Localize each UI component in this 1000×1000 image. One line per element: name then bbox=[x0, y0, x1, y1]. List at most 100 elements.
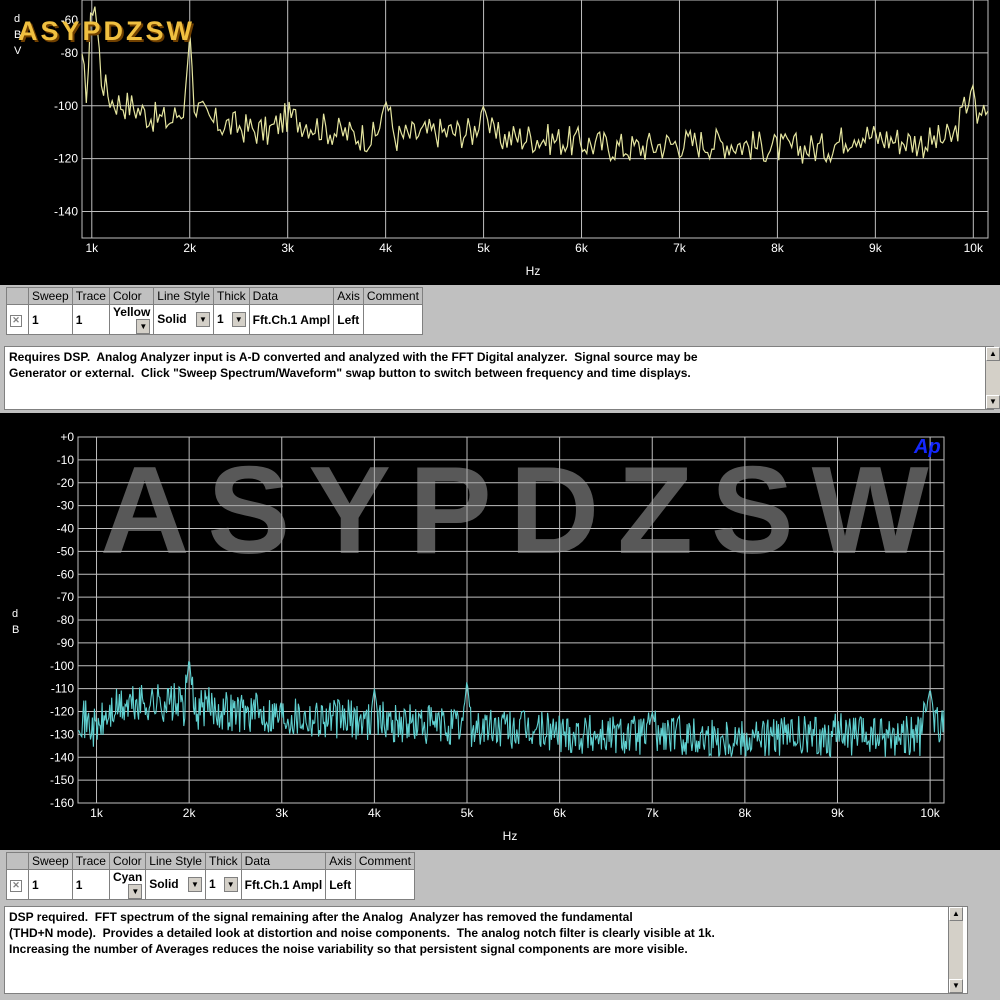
chevron-down-icon[interactable]: ▼ bbox=[223, 877, 238, 892]
chevron-down-icon[interactable]: ▼ bbox=[187, 877, 202, 892]
top-legend-header-axis: Axis bbox=[333, 287, 364, 305]
bottom-y-tick-label: -110 bbox=[51, 682, 74, 696]
top-y-tick-label: -80 bbox=[61, 46, 79, 60]
bottom-legend-header-trace: Trace bbox=[71, 852, 110, 870]
bottom-y-tick-label: -130 bbox=[50, 727, 74, 741]
bottom-legend-thick-select[interactable]: 1 ▼ bbox=[204, 869, 242, 900]
top-legend-line-style: Solid bbox=[157, 312, 187, 326]
bottom-y-tick-label: -70 bbox=[57, 590, 75, 604]
top-x-tick-label: 2k bbox=[183, 241, 197, 255]
top-description[interactable]: Requires DSP. Analog Analyzer input is A… bbox=[4, 346, 994, 410]
bottom-y-tick-label: -90 bbox=[57, 636, 75, 650]
bottom-x-label: Hz bbox=[503, 829, 518, 843]
bottom-trace bbox=[77, 661, 945, 758]
top-legend-header-thick: Thick bbox=[213, 287, 250, 305]
top-legend-header-sweep: Sweep bbox=[28, 287, 73, 305]
top-y-tick-label: -100 bbox=[54, 99, 78, 113]
top-legend-row[interactable]: ✕ 1 1 Yellow ▼ Solid ▼ 1 ▼ Fft.Ch.1 Ampl Le… bbox=[6, 304, 423, 335]
top-legend-thick: 1 bbox=[217, 312, 224, 326]
bottom-legend-header-line-style: Line Style bbox=[145, 852, 206, 870]
bottom-x-tick-label: 6k bbox=[553, 806, 567, 820]
bottom-legend-header-thick: Thick bbox=[204, 852, 242, 870]
top-x-tick-label: 10k bbox=[964, 241, 984, 255]
bottom-y-tick-label: -40 bbox=[57, 522, 75, 536]
bottom-legend-sweep[interactable]: 1 bbox=[28, 869, 73, 900]
top-x-tick-label: 4k bbox=[379, 241, 393, 255]
bottom-description-scrollbar[interactable]: ▲ ▼ bbox=[948, 907, 963, 993]
bottom-y-tick-label: -150 bbox=[50, 773, 74, 787]
bottom-legend-header-blank bbox=[6, 852, 29, 870]
top-legend-header-row: Sweep Trace Color Line Style Thick Data … bbox=[6, 287, 423, 305]
bottom-y-tick-label: -80 bbox=[57, 613, 75, 627]
bottom-description[interactable]: DSP required. FFT spectrum of the signal… bbox=[4, 906, 968, 994]
top-legend-color: Yellow bbox=[112, 305, 151, 320]
checkbox-icon[interactable]: ✕ bbox=[10, 315, 22, 327]
bottom-y-tick-label: -60 bbox=[57, 567, 75, 581]
bottom-x-tick-label: 2k bbox=[183, 806, 197, 820]
bottom-y-tick-label: -160 bbox=[50, 796, 74, 810]
top-description-scrollbar[interactable]: ▲ ▼ bbox=[985, 347, 1000, 409]
bottom-legend-line-style-select[interactable]: Solid ▼ bbox=[145, 869, 206, 900]
top-x-tick-label: 6k bbox=[575, 241, 589, 255]
bottom-legend-axis[interactable]: Left bbox=[325, 869, 356, 900]
top-legend-table: Sweep Trace Color Line Style Thick Data … bbox=[6, 287, 423, 335]
bottom-x-tick-label: 10k bbox=[920, 806, 940, 820]
top-x-tick-label: 8k bbox=[771, 241, 785, 255]
top-legend-comment[interactable] bbox=[362, 304, 423, 335]
bottom-y-tick-label: -20 bbox=[57, 476, 75, 490]
top-legend-line-style-select[interactable]: Solid ▼ bbox=[153, 304, 214, 335]
top-legend-header-line-style: Line Style bbox=[153, 287, 214, 305]
bottom-y-tick-label: -100 bbox=[50, 659, 74, 673]
bottom-legend-header-data: Data bbox=[240, 852, 327, 870]
bottom-legend-trace[interactable]: 1 bbox=[71, 869, 110, 900]
watermark-logo: ASYPDZSW bbox=[18, 16, 196, 46]
watermark-center: ASYPDZSW bbox=[100, 442, 947, 580]
top-legend-checkbox[interactable]: ✕ bbox=[6, 304, 29, 335]
top-legend-data[interactable]: Fft.Ch.1 Ampl bbox=[248, 304, 335, 335]
bottom-y-tick-label: -30 bbox=[57, 499, 75, 513]
bottom-x-tick-label: 9k bbox=[831, 806, 845, 820]
top-legend-header-color: Color bbox=[108, 287, 155, 305]
top-x-tick-label: 5k bbox=[477, 241, 491, 255]
top-legend-trace[interactable]: 1 bbox=[71, 304, 110, 335]
top-legend-header-data: Data bbox=[248, 287, 335, 305]
top-x-label: Hz bbox=[526, 264, 541, 278]
scroll-up-button[interactable]: ▲ bbox=[986, 347, 1000, 361]
bottom-y-tick-label: -50 bbox=[57, 544, 75, 558]
top-legend-color-select[interactable]: Yellow ▼ bbox=[108, 304, 155, 335]
chevron-down-icon[interactable]: ▼ bbox=[128, 884, 143, 899]
bottom-legend-checkbox[interactable]: ✕ bbox=[6, 869, 29, 900]
bottom-x-tick-label: 7k bbox=[646, 806, 660, 820]
bottom-y-ticks: +0 -10 -20 -30 -40 -50 -60 -70 -80 -90 -100 -110 -12… bbox=[50, 430, 74, 810]
chevron-down-icon[interactable]: ▼ bbox=[196, 312, 210, 327]
scroll-down-button[interactable]: ▼ bbox=[986, 395, 1000, 409]
bottom-legend-thick: 1 bbox=[208, 877, 216, 891]
bottom-legend-row[interactable]: ✕ 1 1 Cyan ▼ Solid ▼ 1 ▼ Fft.Ch.1 Ampl Left bbox=[6, 869, 415, 900]
bottom-x-tick-label: 8k bbox=[739, 806, 753, 820]
top-x-tick-label: 3k bbox=[281, 241, 295, 255]
top-legend-axis[interactable]: Left bbox=[333, 304, 364, 335]
chevron-down-icon[interactable]: ▼ bbox=[231, 312, 246, 327]
bottom-legend-header-comment: Comment bbox=[354, 852, 415, 870]
bottom-legend-color-select[interactable]: Cyan ▼ bbox=[108, 869, 147, 900]
checkbox-icon[interactable]: ✕ bbox=[10, 880, 22, 892]
bottom-y-tick-label: +0 bbox=[60, 430, 74, 444]
top-legend-sweep[interactable]: 1 bbox=[28, 304, 73, 335]
top-plot-border bbox=[81, 0, 989, 239]
top-y-tick-label: -140 bbox=[54, 205, 78, 219]
bottom-legend-data[interactable]: Fft.Ch.1 Ampl bbox=[240, 869, 327, 900]
bottom-x-tick-label: 1k bbox=[90, 806, 104, 820]
chevron-down-icon[interactable]: ▼ bbox=[136, 319, 151, 334]
scroll-down-button[interactable]: ▼ bbox=[949, 979, 963, 993]
top-legend-thick-select[interactable]: 1 ▼ bbox=[213, 304, 250, 335]
bottom-x-tick-label: 5k bbox=[461, 806, 475, 820]
bottom-legend-comment[interactable] bbox=[354, 869, 415, 900]
bottom-legend-color: Cyan bbox=[112, 870, 143, 885]
top-x-tick-label: 7k bbox=[673, 241, 687, 255]
top-legend-header-comment: Comment bbox=[362, 287, 423, 305]
top-legend-header-trace: Trace bbox=[71, 287, 110, 305]
top-y-ticks: -80 -100 -120 -140 bbox=[54, 46, 78, 219]
scroll-up-button[interactable]: ▲ bbox=[949, 907, 963, 921]
top-legend-header-blank bbox=[6, 287, 29, 305]
bottom-y-tick-label: -140 bbox=[50, 750, 74, 764]
